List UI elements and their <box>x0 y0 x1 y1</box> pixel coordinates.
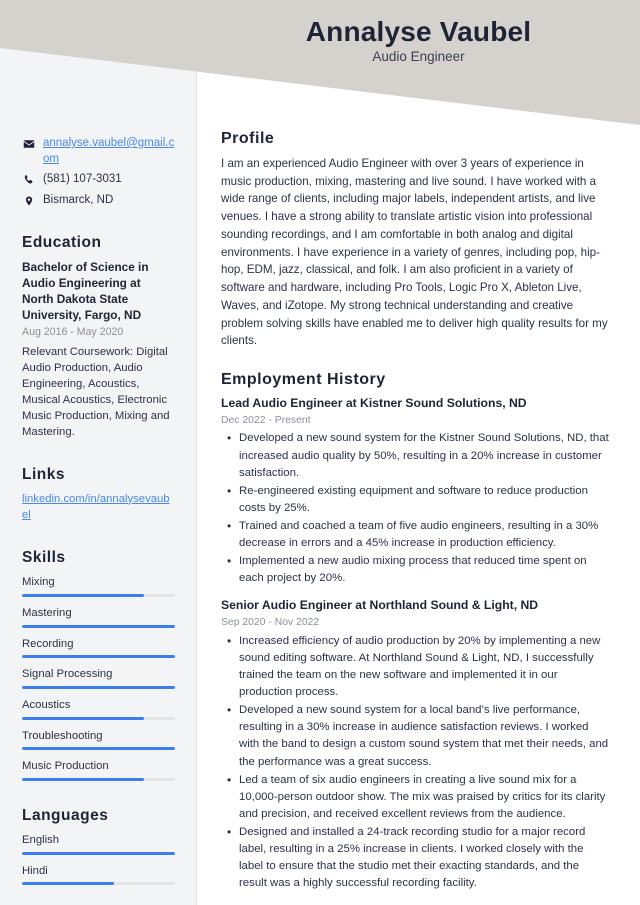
links-heading: Links <box>22 465 65 483</box>
skill-label: Signal Processing <box>22 668 113 681</box>
skill-item: Mastering <box>22 606 175 628</box>
skill-bar-fill <box>22 778 145 782</box>
contact-row-envelope[interactable]: annalyse.vaubel@gmail.com <box>22 136 175 167</box>
education-heading: Education <box>22 234 102 252</box>
language-bar-fill <box>22 851 175 855</box>
education-date: Aug 2016 - May 2020 <box>22 325 124 338</box>
job-bullet: Developed a new sound system for the Kis… <box>221 429 610 481</box>
skill-item: Mixing <box>22 575 175 597</box>
languages-heading: Languages <box>22 807 109 825</box>
job-bullet-list: Developed a new sound system for the Kis… <box>221 429 610 587</box>
skill-item: Troubleshooting <box>22 729 175 751</box>
education-description: Relevant Coursework: Digital Audio Produ… <box>22 345 170 438</box>
contact-row-location-pin: Bismarck, ND <box>22 193 175 209</box>
education-title: Bachelor of Science in Audio Engineering… <box>22 260 149 322</box>
skill-bar-track <box>22 778 175 782</box>
skill-label: Mastering <box>22 607 72 619</box>
language-label: English <box>22 834 60 847</box>
envelope-icon <box>22 137 35 151</box>
skill-label: Mixing <box>22 576 55 589</box>
jobs-list: Lead Audio Engineer at Kistner Sound Sol… <box>221 396 610 892</box>
resume-page: Annalyse Vaubel Audio Engineer annalyse.… <box>0 0 640 905</box>
skill-bar-fill <box>22 747 175 751</box>
job-entry: Lead Audio Engineer at Kistner Sound Sol… <box>221 396 610 587</box>
employment-section: Employment History Lead Audio Engineer a… <box>221 371 610 892</box>
skill-bar-fill <box>22 624 175 628</box>
skills-heading: Skills <box>22 549 66 567</box>
contact-value: (581) 107-3031 <box>43 173 122 186</box>
job-bullet: Trained and coached a team of five audio… <box>221 517 610 552</box>
job-entry: Senior Audio Engineer at Northland Sound… <box>221 598 610 892</box>
language-bar-track <box>22 882 175 886</box>
candidate-name: Annalyse Vaubel <box>305 16 532 47</box>
skill-item: Acoustics <box>22 698 175 720</box>
skill-bar-track <box>22 686 175 690</box>
job-bullet: Designed and installed a 24-track record… <box>221 823 610 892</box>
education-list: Bachelor of Science in Audio Engineering… <box>22 260 175 440</box>
skill-label: Music Production <box>22 760 109 773</box>
languages-list: English Hindi <box>22 833 175 886</box>
location-pin-icon <box>22 194 35 208</box>
link-anchor[interactable]: linkedin.com/in/annalysevaubel <box>22 493 170 521</box>
job-bullet: Implemented a new audio mixing process t… <box>221 552 610 587</box>
skill-item: Recording <box>22 637 175 659</box>
header: Annalyse Vaubel Audio Engineer <box>197 16 640 65</box>
job-bullet-list: Increased efficiency of audio production… <box>221 632 610 893</box>
skill-bar-track <box>22 624 175 628</box>
skill-bar-track <box>22 747 175 751</box>
education-entry: Bachelor of Science in Audio Engineering… <box>22 260 175 440</box>
language-bar-fill <box>22 882 114 886</box>
profile-text: I am an experienced Audio Engineer with … <box>221 157 608 348</box>
language-item: English <box>22 833 175 855</box>
job-title: Senior Audio Engineer at Northland Sound… <box>221 598 539 613</box>
contact-list: annalyse.vaubel@gmail.com (581) 107-3031 B… <box>22 136 175 208</box>
contact-value: Bismarck, ND <box>43 193 114 206</box>
language-label: Hindi <box>22 864 48 877</box>
profile-heading: Profile <box>221 130 275 147</box>
profile-section: Profile I am an experienced Audio Engine… <box>221 130 610 350</box>
employment-heading: Employment History <box>221 371 386 389</box>
link-item[interactable]: linkedin.com/in/annalysevaubel <box>22 492 175 524</box>
job-bullet: Increased efficiency of audio production… <box>221 632 610 701</box>
skill-bar-fill <box>22 686 175 690</box>
skill-bar-fill <box>22 716 145 720</box>
skill-bar-fill <box>22 594 145 597</box>
contact-value[interactable]: annalyse.vaubel@gmail.com <box>43 136 175 167</box>
skill-label: Recording <box>22 637 74 650</box>
job-bullet: Developed a new sound system for a local… <box>221 701 610 770</box>
job-date: Sep 2020 - Nov 2022 <box>221 617 320 629</box>
skill-item: Signal Processing <box>22 667 175 690</box>
skill-bar-track <box>22 655 175 659</box>
main-content: Profile I am an experienced Audio Engine… <box>197 0 640 905</box>
phone-icon <box>22 173 35 187</box>
skill-label: Acoustics <box>22 699 71 712</box>
skill-label: Troubleshooting <box>22 729 103 742</box>
contact-row-phone: (581) 107-3031 <box>22 172 175 188</box>
language-item: Hindi <box>22 864 175 886</box>
skill-bar-track <box>22 594 175 597</box>
links-list: linkedin.com/in/annalysevaubel <box>22 492 175 524</box>
skill-bar-track <box>22 716 175 720</box>
job-bullet: Re-engineered existing equipment and sof… <box>221 482 610 517</box>
sidebar-content: annalyse.vaubel@gmail.com (581) 107-3031 B… <box>0 0 197 905</box>
candidate-job-title: Audio Engineer <box>372 49 465 65</box>
job-bullet: Led a team of six audio engineers in cre… <box>221 771 610 823</box>
job-title: Lead Audio Engineer at Kistner Sound Sol… <box>221 396 527 411</box>
language-bar-track <box>22 851 175 855</box>
skill-bar-fill <box>22 655 175 659</box>
skills-list: Mixing Mastering Recording Signal Processin… <box>22 575 175 782</box>
skill-item: Music Production <box>22 759 175 782</box>
job-date: Dec 2022 - Present <box>221 414 311 426</box>
